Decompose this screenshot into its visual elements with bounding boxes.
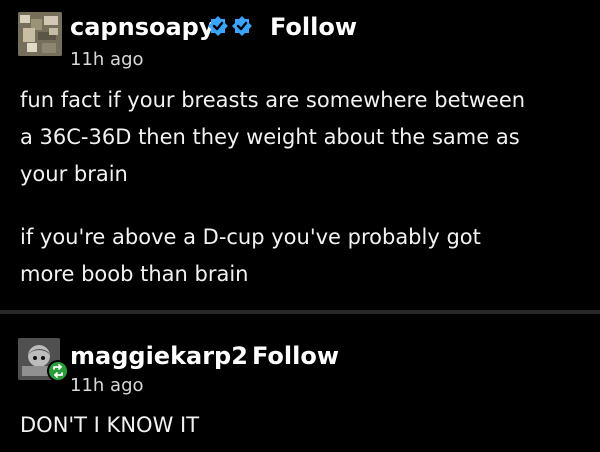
post-line: your brain xyxy=(20,162,128,186)
post-paragraph: fun fact if your breasts are somewhere b… xyxy=(20,82,525,193)
timestamp: 11h ago xyxy=(70,375,144,396)
post-line: more boob than brain xyxy=(20,262,249,286)
post-line: if you're above a D-cup you've probably … xyxy=(20,225,481,249)
verified-badge-icon xyxy=(208,16,252,36)
verified-badges xyxy=(206,14,262,40)
follow-button[interactable]: Follow xyxy=(270,13,357,41)
reblog-glyph-icon xyxy=(53,364,63,378)
post-line: fun fact if your breasts are somewhere b… xyxy=(20,88,526,112)
follow-button[interactable]: Follow xyxy=(252,342,339,370)
post-line: DON'T I KNOW IT xyxy=(20,413,200,437)
reblog-icon xyxy=(47,360,69,382)
timestamp: 11h ago xyxy=(70,49,144,70)
post-author[interactable]: capnsoapy xyxy=(70,13,214,41)
avatar[interactable] xyxy=(18,12,62,56)
post-capnsoapy: capnsoapy Follow 11h ago fun fact if you… xyxy=(0,0,600,310)
post-line: a 36C-36D then they weight about the sam… xyxy=(20,125,520,149)
post-author[interactable]: maggiekarp2 xyxy=(70,342,248,370)
avatar-image xyxy=(18,12,62,56)
post-paragraph: if you're above a D-cup you've probably … xyxy=(20,219,481,293)
post-paragraph: DON'T I KNOW IT xyxy=(20,407,199,444)
